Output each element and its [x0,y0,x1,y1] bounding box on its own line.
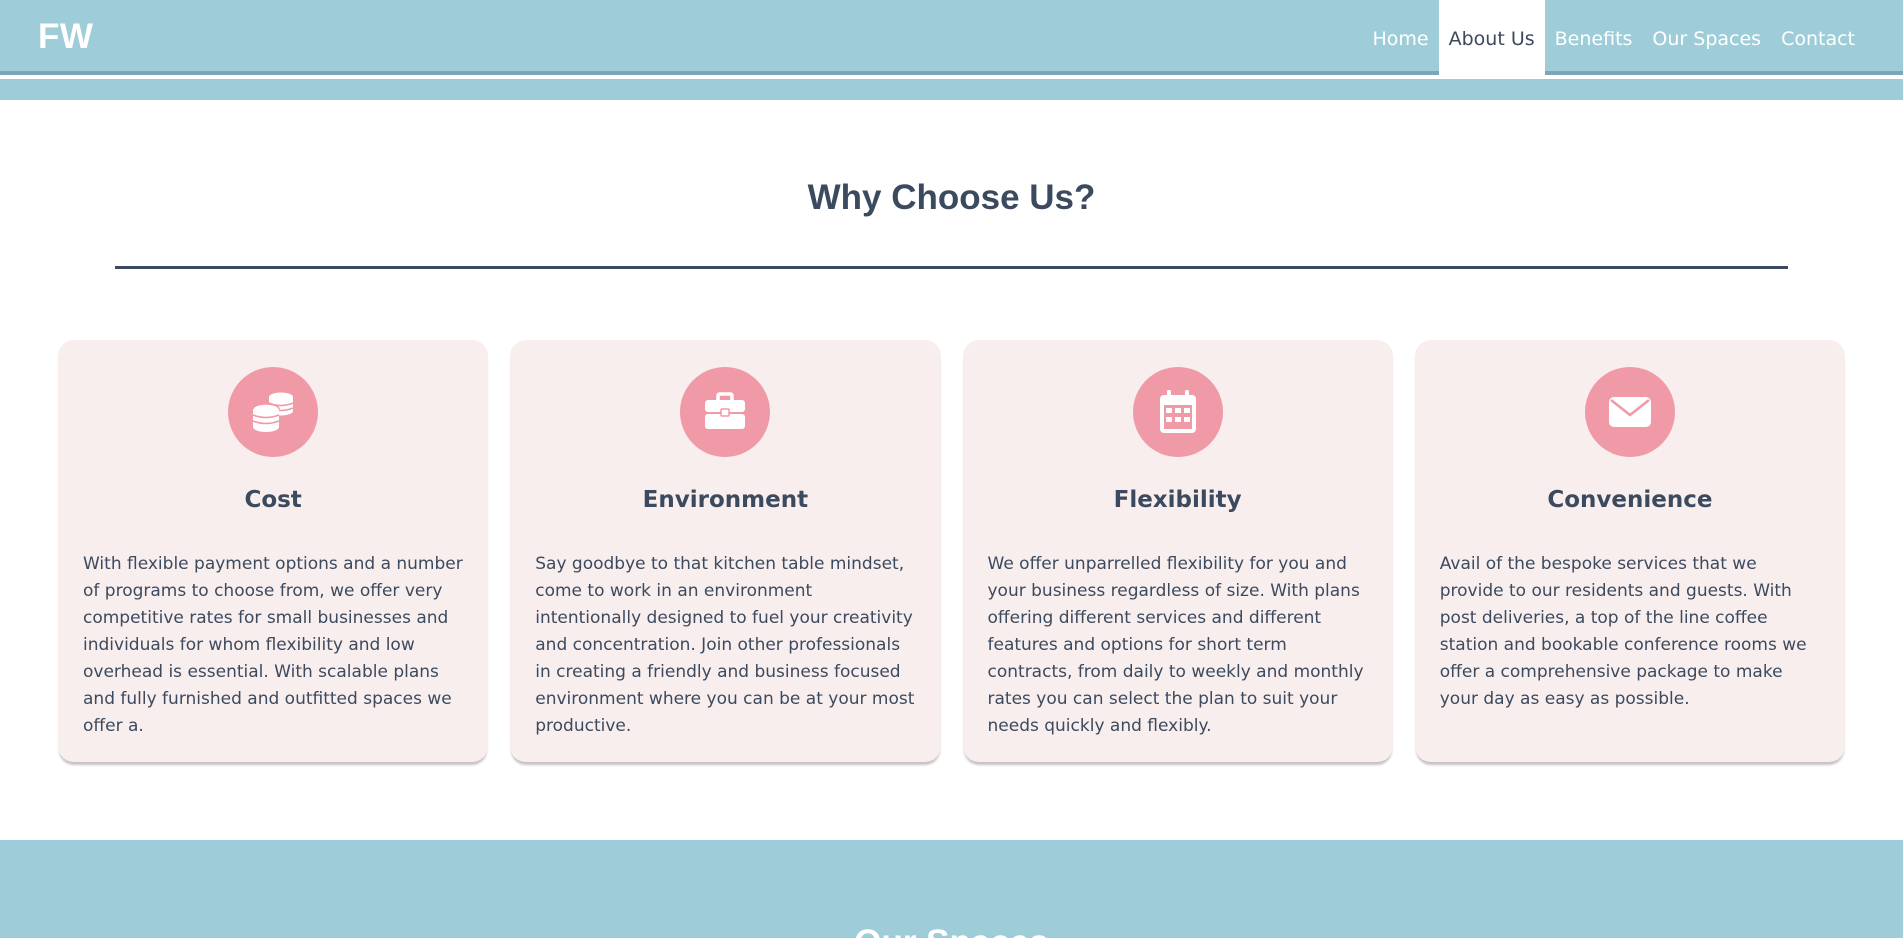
calendar-icon [1132,367,1223,457]
section-divider [115,266,1788,269]
card-description: Avail of the bespoke services that we pr… [1439,554,1807,709]
card-description: Say goodbye to that kitchen table mindse… [535,554,915,736]
why-choose-us-heading: Why Choose Us? [807,178,1096,217]
nav-link-benefits[interactable]: Benefits [1545,0,1643,75]
header-strip [0,79,1903,100]
briefcase-icon [680,367,771,457]
top-navbar: FW Home About Us Benefits Our Spaces Con… [0,0,1903,75]
card-description: We offer unparrelled flexibility for you… [987,554,1364,736]
nav-link-contact[interactable]: Contact [1771,0,1865,75]
site-logo[interactable]: FW [38,17,93,57]
envelope-icon [1584,367,1675,457]
nav-link-home[interactable]: Home [1363,0,1439,75]
card-flexibility: Flexibility We offer unparrelled flexibi… [962,340,1393,762]
main-nav: Home About Us Benefits Our Spaces Contac… [1363,0,1866,75]
our-spaces-section: Our Spaces [0,840,1903,938]
card-cost: Cost With flexible payment options and a… [58,340,489,762]
nav-link-about-us[interactable]: About Us [1438,0,1545,75]
card-title: Cost [244,487,302,513]
benefit-cards: Cost With flexible payment options and a… [58,340,1845,762]
card-title: Convenience [1547,487,1713,513]
card-title: Environment [642,487,809,513]
card-environment: Environment Say goodbye to that kitchen … [510,340,941,762]
coins-icon [228,367,319,457]
card-convenience: Convenience Avail of the bespoke service… [1414,340,1845,762]
our-spaces-heading: Our Spaces [0,923,1903,938]
nav-link-our-spaces[interactable]: Our Spaces [1642,0,1771,75]
card-title: Flexibility [1113,487,1242,513]
card-description: With flexible payment options and a numb… [83,554,463,736]
